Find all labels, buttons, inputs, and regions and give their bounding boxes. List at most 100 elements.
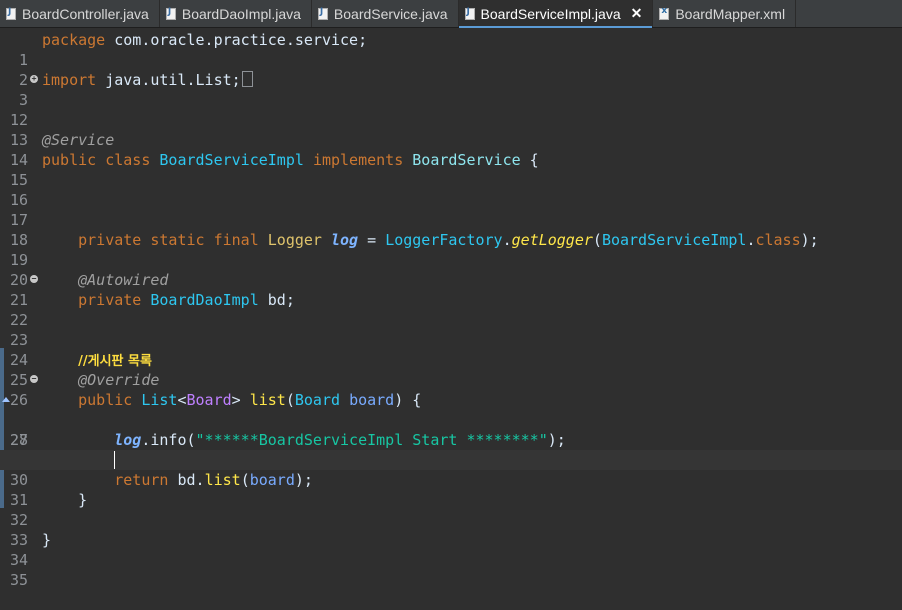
paren: ( (592, 231, 602, 249)
keyword: return (114, 471, 169, 489)
override-marker-icon[interactable] (2, 397, 10, 402)
java-file-icon (464, 7, 475, 20)
paren: ); (800, 231, 819, 249)
code-line[interactable]: 18 (0, 210, 902, 249)
tab-board-dao-impl[interactable]: BoardDaoImpl.java (160, 0, 312, 27)
type-param: Board (186, 391, 232, 409)
code-line[interactable]: 17 (0, 190, 902, 229)
tab-board-service-impl[interactable]: BoardServiceImpl.java ✕ (458, 0, 654, 28)
editor-tab-bar: BoardController.java BoardDaoImpl.java B… (0, 0, 902, 28)
tab-board-mapper-xml[interactable]: BoardMapper.xml (653, 0, 797, 27)
keyword: static (150, 231, 205, 249)
object-name: bd (177, 471, 196, 489)
method-name: list (204, 471, 241, 489)
method-name: list (249, 391, 286, 409)
paren: ( (285, 391, 295, 409)
annotation: @Autowired (78, 271, 169, 289)
keyword: private (78, 291, 142, 309)
code-line[interactable]: 28 (0, 410, 902, 449)
import-name: java.util.List; (96, 71, 241, 89)
field-name: log (114, 431, 142, 449)
angle-bracket: < (177, 391, 187, 409)
tab-label: BoardController.java (22, 5, 149, 22)
code-line[interactable]: 34 } (0, 530, 902, 569)
code-line[interactable]: 12 (0, 90, 902, 129)
tab-label: BoardMapper.xml (675, 5, 786, 22)
code-line[interactable]: 22 private BoardDaoImpl bd; (0, 290, 902, 329)
xml-file-icon (659, 6, 670, 20)
string-literal: "******BoardServiceImpl Start ********" (195, 431, 548, 449)
annotation: @Override (78, 371, 160, 389)
keyword: public (78, 391, 133, 409)
tab-label: BoardService.java (333, 5, 448, 22)
type-name: BoardDaoImpl (150, 291, 259, 309)
method-name: info (150, 431, 187, 449)
param-name: board (349, 391, 395, 409)
keyword: package (42, 31, 106, 49)
method-name: getLogger (511, 231, 593, 249)
code-line[interactable]: 20 (0, 250, 902, 289)
code-line-current[interactable]: 30 (0, 450, 902, 489)
code-line[interactable]: 13 (0, 110, 902, 149)
angle-bracket: > (231, 391, 241, 409)
tab-board-controller[interactable]: BoardController.java (0, 0, 160, 27)
dot: . (195, 471, 205, 489)
expand-fold-icon[interactable]: + (30, 75, 38, 83)
annotation: @Service (42, 131, 115, 149)
java-file-icon (317, 7, 328, 20)
paren: ( (186, 431, 196, 449)
type-name: Board (294, 391, 341, 409)
type-name: Logger (267, 231, 322, 249)
keyword: class (755, 231, 801, 249)
dot: . (502, 231, 512, 249)
brace: { (520, 151, 539, 169)
paren: ); (547, 431, 566, 449)
paren: ) { (394, 391, 422, 409)
code-line[interactable]: 31 return bd.list(board); (0, 470, 902, 509)
code-line[interactable]: 35 (0, 550, 902, 589)
tab-board-service[interactable]: BoardService.java (312, 0, 459, 27)
keyword: import (42, 71, 97, 89)
interface-name: BoardService (412, 151, 521, 169)
text-cursor (114, 451, 115, 469)
code-line[interactable]: 14 @Service (0, 130, 902, 169)
code-line[interactable]: 2 (0, 50, 902, 89)
code-line[interactable]: 16 (0, 170, 902, 209)
keyword: final (213, 231, 259, 249)
keyword: class (105, 151, 151, 169)
type-name: BoardServiceImpl (601, 231, 747, 249)
brace: } (42, 531, 52, 549)
tab-label: BoardServiceImpl.java (480, 5, 621, 22)
class-name: BoardServiceImpl (159, 151, 304, 169)
code-line[interactable]: 33 (0, 510, 902, 549)
keyword: implements (312, 151, 404, 169)
code-editor[interactable]: 1 package com.oracle.practice.service; 2… (0, 28, 902, 589)
code-line[interactable]: 23 (0, 310, 902, 349)
paren: ); (294, 471, 313, 489)
code-line[interactable]: 29 log.info("******BoardServiceImpl Star… (0, 430, 902, 469)
operator: = (358, 231, 386, 249)
code-line[interactable]: 21 − @Autowired (0, 270, 902, 309)
code-line[interactable]: 32 } (0, 490, 902, 529)
code-line[interactable]: 27 public List<Board> list(Board board) … (0, 390, 902, 449)
code-line[interactable]: 24 (0, 330, 902, 369)
code-line[interactable]: 26 − @Override (0, 370, 902, 409)
code-line[interactable]: 25 //게시판 목록 (0, 350, 902, 389)
line-number: 35 (9, 571, 28, 589)
folded-block-icon[interactable] (241, 71, 253, 87)
paren: ( (240, 471, 250, 489)
code-line[interactable]: 3 + import java.util.List; (0, 70, 902, 109)
package-name: com.oracle.practice.service; (105, 31, 368, 49)
code-line[interactable]: 15 public class BoardServiceImpl impleme… (0, 150, 902, 189)
java-file-icon (6, 7, 16, 20)
code-line[interactable]: 19 private static final Logger log = Log… (0, 230, 902, 269)
field-name: log (331, 231, 359, 249)
field-decl: bd; (258, 291, 295, 309)
keyword: private (78, 231, 142, 249)
code-line[interactable]: 1 package com.oracle.practice.service; (0, 30, 902, 69)
close-icon[interactable]: ✕ (631, 5, 643, 22)
collapse-fold-icon[interactable]: − (30, 375, 38, 383)
collapse-fold-icon[interactable]: − (30, 275, 38, 283)
type-name: List (141, 391, 178, 409)
keyword: public (42, 151, 97, 169)
